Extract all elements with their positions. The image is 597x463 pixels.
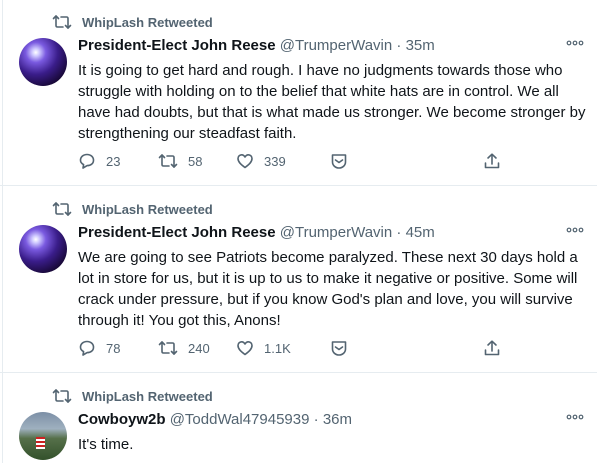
tweet[interactable]: WhipLash Retweeted President-Elect John … (0, 0, 597, 186)
author-handle[interactable]: @ToddWal47945939 (170, 411, 310, 428)
retweet-context: WhipLash Retweeted (52, 387, 213, 405)
avatar[interactable] (19, 412, 67, 460)
retweet-button[interactable]: 240 (158, 338, 210, 358)
flag-icon (36, 437, 45, 449)
like-count: 1.1K (264, 340, 291, 356)
retweet-icon (158, 154, 178, 168)
retweet-count: 58 (188, 153, 203, 169)
dm-button[interactable] (330, 151, 348, 171)
reply-icon (79, 340, 95, 356)
author-name[interactable]: President-Elect John Reese (78, 224, 276, 241)
separator: · (309, 411, 323, 428)
separator: · (392, 37, 406, 54)
more-icon[interactable] (565, 36, 585, 50)
author-handle[interactable]: @TrumperWavin (280, 37, 392, 54)
retweet-context: WhipLash Retweeted (52, 200, 213, 218)
retweet-icon (52, 15, 72, 29)
tweet-header: President-Elect John Reese @TrumperWavin… (78, 224, 557, 241)
share-button[interactable] (483, 338, 501, 358)
tweet-text: It is going to get hard and rough. I hav… (78, 62, 586, 142)
tweet-actions: 78 240 1.1K (78, 338, 518, 358)
like-button[interactable]: 1.1K (236, 338, 291, 358)
share-icon (484, 340, 500, 356)
timestamp[interactable]: 45m (406, 224, 435, 241)
reply-count: 23 (106, 153, 121, 169)
share-icon (484, 153, 500, 169)
like-icon (237, 341, 253, 356)
timestamp[interactable]: 36m (323, 411, 352, 428)
dm-icon (331, 154, 347, 169)
like-count: 339 (264, 153, 286, 169)
timestamp[interactable]: 35m (406, 37, 435, 54)
like-button[interactable]: 339 (236, 151, 286, 171)
retweet-label[interactable]: WhipLash Retweeted (82, 389, 213, 404)
more-icon[interactable] (565, 410, 585, 424)
retweet-icon (158, 341, 178, 355)
tweet-header: President-Elect John Reese @TrumperWavin… (78, 37, 557, 54)
dm-icon (331, 341, 347, 356)
author-handle[interactable]: @TrumperWavin (280, 224, 392, 241)
reply-icon (79, 153, 95, 169)
avatar[interactable] (19, 38, 67, 86)
separator: · (392, 224, 406, 241)
reply-count: 78 (106, 340, 121, 356)
reply-button[interactable]: 78 (78, 338, 120, 358)
retweet-icon (52, 389, 72, 403)
tweet-header: Cowboyw2b @ToddWal47945939 · 36m (78, 411, 557, 428)
retweet-icon (52, 202, 72, 216)
tweet[interactable]: WhipLash Retweeted Cowboyw2b @ToddWal479… (0, 374, 597, 463)
avatar[interactable] (19, 225, 67, 273)
retweet-count: 240 (188, 340, 210, 356)
retweet-button[interactable]: 58 (158, 151, 202, 171)
share-button[interactable] (483, 151, 501, 171)
retweet-label[interactable]: WhipLash Retweeted (82, 202, 213, 217)
retweet-context: WhipLash Retweeted (52, 13, 213, 31)
tweet[interactable]: WhipLash Retweeted President-Elect John … (0, 187, 597, 373)
reply-button[interactable]: 23 (78, 151, 120, 171)
like-icon (237, 154, 253, 169)
tweet-actions: 23 58 339 (78, 151, 518, 171)
tweet-text: We are going to see Patriots become para… (78, 249, 578, 329)
author-name[interactable]: President-Elect John Reese (78, 37, 276, 54)
tweet-text: It's time. (78, 436, 134, 453)
author-name[interactable]: Cowboyw2b (78, 411, 166, 428)
retweet-label[interactable]: WhipLash Retweeted (82, 15, 213, 30)
dm-button[interactable] (330, 338, 348, 358)
more-icon[interactable] (565, 223, 585, 237)
